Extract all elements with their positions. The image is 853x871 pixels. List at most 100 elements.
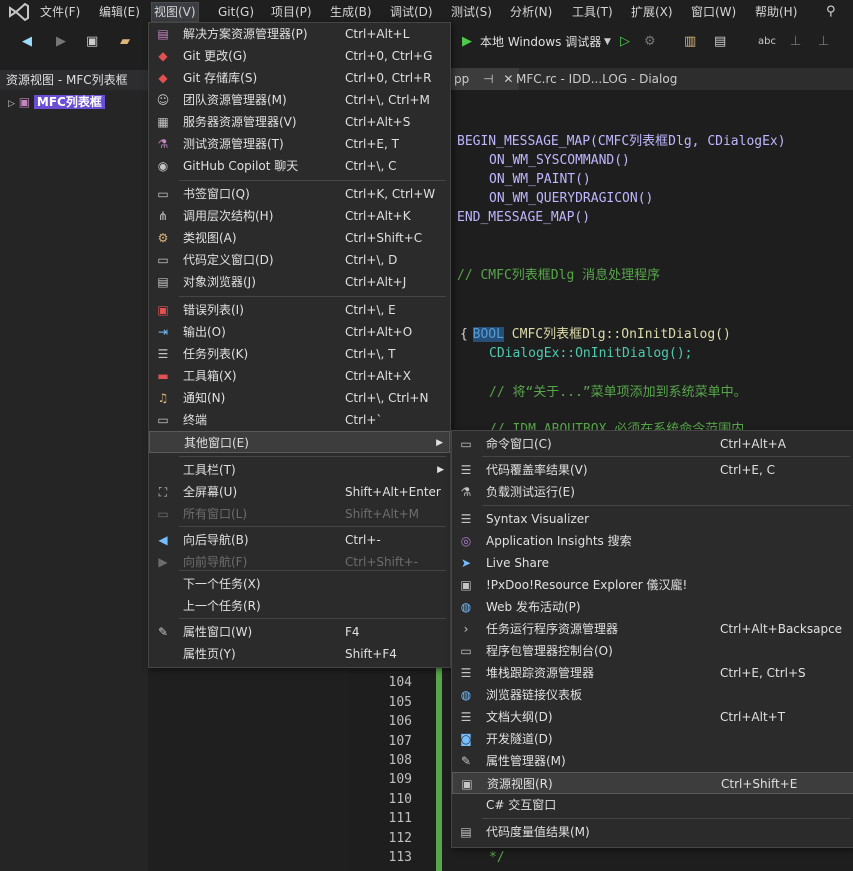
other-windows-item[interactable]: ◍ Web 发布活动(P) bbox=[452, 596, 853, 618]
view-menu-item[interactable]: ◆ Git 更改(G) Ctrl+0, Ctrl+G bbox=[149, 45, 450, 67]
open-folder-icon[interactable]: ▰ bbox=[120, 32, 130, 52]
view-menu-item[interactable]: 其他窗口(E) ▶ bbox=[149, 431, 450, 453]
view-menu-item[interactable]: ▭ 所有窗口(L) Shift+Alt+M bbox=[149, 503, 450, 525]
tree-root-item[interactable]: ▷ ▣ MFC列表框 bbox=[8, 93, 105, 111]
view-menu-item-label: 上一个任务(R) bbox=[183, 599, 261, 613]
forward-icon[interactable]: ▶ bbox=[56, 32, 66, 52]
view-menu-item-label: 所有窗口(L) bbox=[183, 507, 248, 521]
view-menu-item[interactable]: ▭ 代码定义窗口(D) Ctrl+\, D bbox=[149, 249, 450, 271]
menu-tools[interactable]: 工具(T) bbox=[570, 3, 615, 21]
other-windows-item[interactable]: ✎ 属性管理器(M) bbox=[452, 750, 853, 772]
view-menu-item-label: 代码定义窗口(D) bbox=[183, 253, 274, 267]
run-target-dropdown-icon[interactable]: ▼ bbox=[604, 32, 611, 52]
view-menu-item[interactable]: ◆ Git 存储库(S) Ctrl+0, Ctrl+R bbox=[149, 67, 450, 89]
start-debug-icon[interactable]: ▶ bbox=[462, 32, 472, 52]
menu-view[interactable]: 视图(V) bbox=[151, 2, 199, 22]
search-icon[interactable]: ⚲ bbox=[824, 3, 838, 21]
view-menu-item[interactable]: ♫ 通知(N) Ctrl+\, Ctrl+N bbox=[149, 387, 450, 409]
view-menu-item[interactable]: ⇥ 输出(O) Ctrl+Alt+O bbox=[149, 321, 450, 343]
view-menu-item[interactable]: ☺ 团队资源管理器(M) Ctrl+\, Ctrl+M bbox=[149, 89, 450, 111]
menu-window[interactable]: 窗口(W) bbox=[689, 3, 738, 21]
properties-window-icon: ✎ bbox=[157, 625, 169, 639]
other-windows-item[interactable]: ➤ Live Share bbox=[452, 552, 853, 574]
view-menu-item-label: 工具栏(T) bbox=[183, 463, 236, 477]
expand-arrow-icon[interactable]: ▷ bbox=[8, 99, 15, 109]
submenu-arrow-icon: ▶ bbox=[437, 465, 444, 475]
menu-extensions[interactable]: 扩展(X) bbox=[629, 3, 675, 21]
other-windows-item[interactable]: ▤ 代码度量值结果(M) bbox=[452, 821, 853, 843]
menu-git[interactable]: Git(G) bbox=[216, 3, 256, 21]
view-menu-item[interactable]: ◉ GitHub Copilot 聊天 Ctrl+\, C bbox=[149, 155, 450, 177]
pin-icon[interactable]: ⊣ bbox=[483, 72, 493, 86]
code-line-open-brace: { bbox=[460, 327, 468, 342]
other-windows-item[interactable]: › 任务运行程序资源管理器 Ctrl+Alt+Backsapce bbox=[452, 618, 853, 640]
menu-file[interactable]: 文件(F) bbox=[38, 3, 82, 21]
view-menu-item[interactable]: ⛶ 全屏幕(U) Shift+Alt+Enter bbox=[149, 481, 450, 503]
view-menu-item[interactable]: ▤ 对象浏览器(J) Ctrl+Alt+J bbox=[149, 271, 450, 293]
view-menu-item[interactable]: 属性页(Y) Shift+F4 bbox=[149, 643, 450, 665]
other-windows-item[interactable]: ◍ 浏览器链接仪表板 bbox=[452, 684, 853, 706]
menu-analyze[interactable]: 分析(N) bbox=[508, 3, 554, 21]
other-windows-item-label: 代码度量值结果(M) bbox=[486, 825, 590, 839]
view-menu-item[interactable]: ⚗ 测试资源管理器(T) Ctrl+E, T bbox=[149, 133, 450, 155]
align-icon[interactable]: ⊥ bbox=[790, 32, 801, 52]
view-menu-item[interactable]: ▦ 服务器资源管理器(V) Ctrl+Alt+S bbox=[149, 111, 450, 133]
view-menu-item[interactable]: 上一个任务(R) bbox=[149, 595, 450, 617]
resource-view-title[interactable]: 资源视图 - MFC列表框 bbox=[0, 70, 148, 90]
view-menu-item[interactable]: ▭ 终端 Ctrl+` bbox=[149, 409, 450, 431]
other-windows-item-label: Syntax Visualizer bbox=[486, 512, 590, 526]
view-menu-item-label: 服务器资源管理器(V) bbox=[183, 115, 297, 129]
fullscreen-icon: ⛶ bbox=[158, 485, 168, 499]
menu-project[interactable]: 项目(P) bbox=[269, 3, 314, 21]
tab-cpp[interactable]: pp ⊣ ✕ bbox=[448, 68, 520, 90]
view-menu-item[interactable]: ✎ 属性窗口(W) F4 bbox=[149, 621, 450, 643]
run-target-label[interactable]: 本地 Windows 调试器 bbox=[480, 32, 601, 52]
other-windows-item[interactable]: ☰ 堆栈跟踪资源管理器 Ctrl+E, Ctrl+S bbox=[452, 662, 853, 684]
other-windows-item[interactable]: ⚗ 负载测试运行(E) bbox=[452, 481, 853, 503]
view-menu-item[interactable]: ▤ 解决方案资源管理器(P) Ctrl+Alt+L bbox=[149, 23, 450, 45]
spellcheck-icon[interactable]: abc bbox=[758, 32, 776, 52]
view-menu-item-shortcut: Ctrl+Alt+J bbox=[345, 275, 407, 289]
other-windows-item[interactable]: C# 交互窗口 bbox=[452, 794, 853, 816]
folder-icon[interactable]: ▥ bbox=[684, 32, 696, 52]
layout-icon[interactable]: ▤ bbox=[714, 32, 726, 52]
new-project-icon[interactable]: ▣ bbox=[86, 32, 98, 52]
other-windows-item[interactable]: ◎ Application Insights 搜索 bbox=[452, 530, 853, 552]
start-without-debug-icon[interactable]: ▷ bbox=[620, 32, 630, 52]
menu-build[interactable]: 生成(B) bbox=[328, 3, 374, 21]
other-windows-item[interactable]: ◙ 开发隧道(D) bbox=[452, 728, 853, 750]
menu-edit[interactable]: 编辑(E) bbox=[97, 3, 142, 21]
view-menu-item-shortcut: Ctrl+0, Ctrl+R bbox=[345, 71, 432, 85]
view-menu-item[interactable]: ▣ 错误列表(I) Ctrl+\, E bbox=[149, 299, 450, 321]
back-icon[interactable]: ◀ bbox=[22, 32, 32, 52]
tab-rc-dialog[interactable]: MFC.rc - IDD...LOG - Dialog bbox=[510, 68, 683, 90]
view-menu-item[interactable]: ⚙ 类视图(A) Ctrl+Shift+C bbox=[149, 227, 450, 249]
other-windows-item[interactable]: ▭ 命令窗口(C) Ctrl+Alt+A bbox=[452, 433, 853, 455]
menu-help[interactable]: 帮助(H) bbox=[753, 3, 799, 21]
view-menu-item[interactable]: 下一个任务(X) bbox=[149, 573, 450, 595]
tree-root-label[interactable]: MFC列表框 bbox=[33, 95, 105, 109]
view-menu-item[interactable]: ☰ 任务列表(K) Ctrl+\, T bbox=[149, 343, 450, 365]
view-menu-item[interactable]: ▬ 工具箱(X) Ctrl+Alt+X bbox=[149, 365, 450, 387]
format-icon[interactable]: ⊥ bbox=[818, 32, 829, 52]
other-windows-item[interactable]: ▭ 程序包管理器控制台(O) bbox=[452, 640, 853, 662]
code-line-end-map: END_MESSAGE_MAP() bbox=[457, 210, 591, 225]
app-insights-icon: ◎ bbox=[460, 534, 472, 548]
other-windows-item[interactable]: ▣ !PxDoo!Resource Explorer 儀汉龐! bbox=[452, 574, 853, 596]
terminal-icon: ▭ bbox=[157, 413, 169, 427]
change-tracking-bar bbox=[436, 660, 442, 871]
view-menu-item[interactable]: ▭ 书签窗口(Q) Ctrl+K, Ctrl+W bbox=[149, 183, 450, 205]
menu-debug[interactable]: 调试(D) bbox=[388, 3, 435, 21]
other-windows-item[interactable]: ☰ 文档大纲(D) Ctrl+Alt+T bbox=[452, 706, 853, 728]
view-menu-item[interactable]: ⋔ 调用层次结构(H) Ctrl+Alt+K bbox=[149, 205, 450, 227]
live-share-icon: ➤ bbox=[460, 556, 472, 570]
view-menu-item[interactable]: ◀ 向后导航(B) Ctrl+- bbox=[149, 529, 450, 551]
other-windows-item[interactable]: ▣ 资源视图(R) Ctrl+Shift+E bbox=[452, 772, 853, 794]
view-menu-item[interactable]: 工具栏(T) ▶ bbox=[149, 459, 450, 481]
menu-test[interactable]: 测试(S) bbox=[449, 3, 494, 21]
other-windows-item[interactable]: ☰ Syntax Visualizer bbox=[452, 508, 853, 530]
other-windows-item[interactable]: ☰ 代码覆盖率结果(V) Ctrl+E, C bbox=[452, 459, 853, 481]
hot-reload-icon[interactable]: ⚙ bbox=[644, 32, 656, 52]
line-number: 108 bbox=[388, 753, 412, 768]
object-browser-icon: ▤ bbox=[157, 275, 169, 289]
